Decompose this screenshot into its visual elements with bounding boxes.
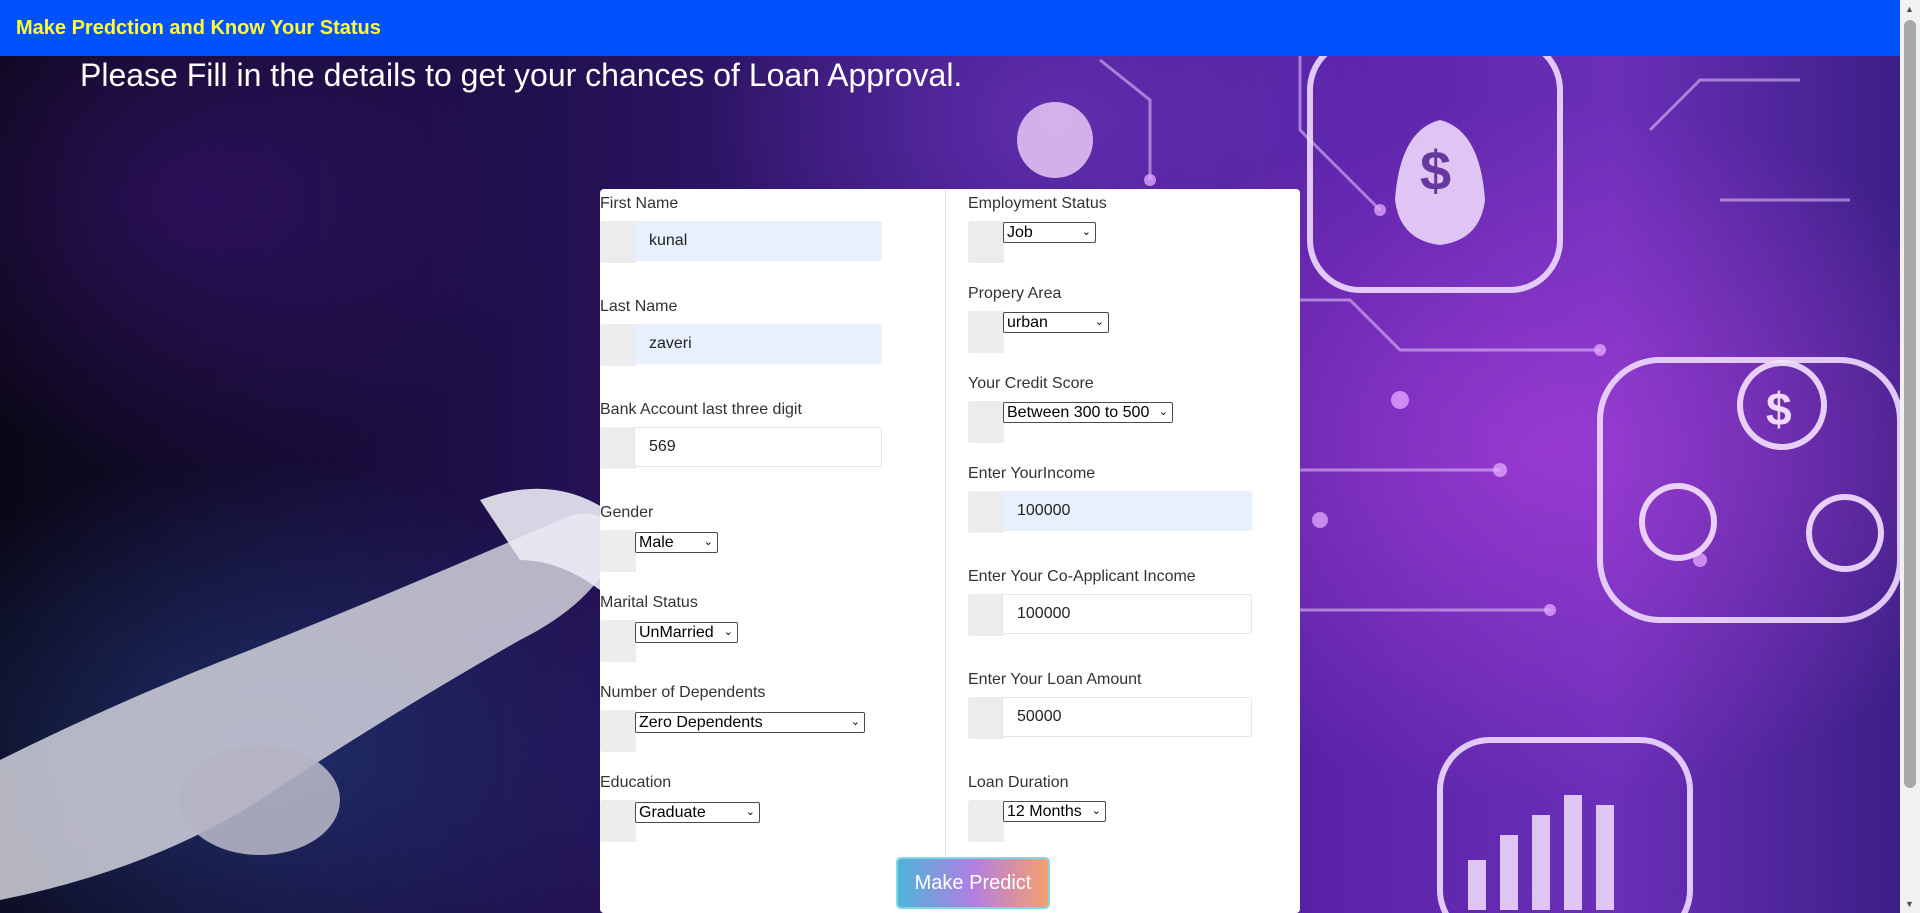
brand-title[interactable]: Make Predction and Know Your Status (16, 17, 381, 40)
chevron-down-icon: ⌄ (703, 536, 713, 548)
property-area-addon (968, 311, 1004, 353)
column-divider (945, 189, 946, 859)
gender-selected-value: Male (639, 534, 674, 551)
employment-status-select[interactable]: Job ⌄ (1003, 222, 1096, 243)
first-name-label: First Name (600, 195, 679, 212)
svg-text:$: $ (1766, 383, 1792, 435)
chevron-down-icon: ⌄ (723, 626, 733, 638)
credit-score-addon (968, 401, 1004, 443)
education-selected-value: Graduate (639, 804, 706, 821)
last-name-label: Last Name (600, 298, 678, 315)
marital-status-selected-value: UnMarried (639, 624, 714, 641)
bank-account-input[interactable] (634, 427, 882, 467)
gender-addon (600, 530, 636, 572)
chevron-down-icon: ⌄ (1158, 406, 1168, 418)
coapplicant-income-label: Enter Your Co-Applicant Income (968, 568, 1196, 585)
education-select[interactable]: Graduate ⌄ (635, 802, 760, 823)
bank-account-label: Bank Account last three digit (600, 401, 802, 418)
property-area-select[interactable]: urban ⌄ (1003, 312, 1109, 333)
page: $ $ Make Predction and Know Your Status … (0, 0, 1920, 913)
loan-duration-label: Loan Duration (968, 774, 1069, 791)
dependents-addon (600, 710, 636, 752)
education-addon (600, 800, 636, 842)
gender-label: Gender (600, 504, 654, 521)
employment-status-addon (968, 221, 1004, 263)
first-name-input[interactable] (634, 221, 882, 261)
loan-duration-selected-value: 12 Months (1007, 803, 1082, 820)
loan-duration-addon (968, 800, 1004, 842)
chevron-down-icon: ⌄ (1094, 316, 1104, 328)
credit-score-label: Your Credit Score (968, 375, 1094, 392)
top-navbar: Make Predction and Know Your Status (0, 0, 1900, 56)
property-area-label: Propery Area (968, 285, 1062, 302)
income-input[interactable] (1002, 491, 1252, 531)
income-addon (968, 491, 1004, 533)
dependents-label: Number of Dependents (600, 684, 766, 701)
scrollbar-thumb[interactable] (1904, 20, 1916, 788)
loan-form-card: First Name Last Name Bank Account last t… (600, 189, 1300, 913)
make-predict-button[interactable]: Make Predict (898, 859, 1048, 907)
last-name-input[interactable] (634, 324, 882, 364)
credit-score-selected-value: Between 300 to 500 (1007, 404, 1150, 421)
page-heading: Please Fill in the details to get your c… (80, 57, 963, 93)
income-label: Enter YourIncome (968, 465, 1096, 482)
chevron-down-icon: ⌄ (1081, 226, 1091, 238)
last-name-addon (600, 324, 636, 366)
bank-account-addon (600, 427, 636, 469)
property-area-selected-value: urban (1007, 314, 1048, 331)
chevron-down-icon: ⌄ (850, 716, 860, 728)
employment-status-selected-value: Job (1007, 224, 1033, 241)
loan-amount-addon (968, 697, 1004, 739)
loan-amount-label: Enter Your Loan Amount (968, 671, 1142, 688)
page-scrollbar[interactable]: ▲ ▼ (1900, 0, 1920, 913)
marital-status-addon (600, 620, 636, 662)
first-name-addon (600, 221, 636, 263)
dependents-selected-value: Zero Dependents (639, 714, 763, 731)
coapplicant-income-addon (968, 594, 1004, 636)
marital-status-label: Marital Status (600, 594, 698, 611)
chevron-down-icon: ⌄ (1091, 805, 1101, 817)
gender-select[interactable]: Male ⌄ (635, 532, 718, 553)
marital-status-select[interactable]: UnMarried ⌄ (635, 622, 738, 643)
coapplicant-income-input[interactable] (1002, 594, 1252, 634)
loan-amount-input[interactable] (1002, 697, 1252, 737)
svg-text:$: $ (1420, 139, 1451, 202)
loan-duration-select[interactable]: 12 Months ⌄ (1003, 801, 1106, 822)
dependents-select[interactable]: Zero Dependents ⌄ (635, 712, 865, 733)
employment-status-label: Employment Status (968, 195, 1107, 212)
credit-score-select[interactable]: Between 300 to 500 ⌄ (1003, 402, 1173, 423)
chevron-down-icon: ⌄ (745, 806, 755, 818)
scroll-down-icon[interactable]: ▼ (1905, 899, 1914, 909)
education-label: Education (600, 774, 672, 791)
scroll-up-icon[interactable]: ▲ (1905, 4, 1914, 14)
